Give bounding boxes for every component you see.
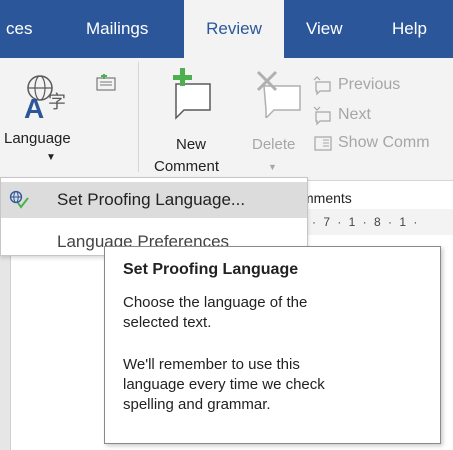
- tab-help[interactable]: Help: [392, 0, 427, 58]
- tooltip: Set Proofing Language Choose the languag…: [104, 246, 441, 444]
- tooltip-line-4: language every time we check: [123, 376, 325, 393]
- new-comment-label-1: New: [176, 136, 207, 153]
- tooltip-line-2: selected text.: [123, 314, 212, 331]
- document-edge: [10, 250, 11, 450]
- next-comment-icon: [313, 106, 331, 126]
- svg-text:A: A: [24, 93, 44, 124]
- next-comment-button[interactable]: Next: [312, 104, 453, 128]
- svg-text:字: 字: [48, 92, 66, 113]
- next-label: Next: [338, 106, 371, 123]
- previous-label: Previous: [338, 76, 401, 93]
- tooltip-line-5: spelling and grammar.: [123, 396, 271, 413]
- tooltip-line-1: Choose the language of the: [123, 294, 308, 311]
- show-comments-label: Show Comm: [338, 134, 430, 151]
- delete-comment-icon: [256, 70, 301, 118]
- tooltip-title: Set Proofing Language: [123, 261, 299, 278]
- tab-review[interactable]: Review: [184, 0, 284, 58]
- tooltip-line-3: We'll remember to use this: [123, 356, 300, 373]
- new-comment-icon: [173, 68, 211, 120]
- tab-view[interactable]: View: [306, 0, 343, 58]
- previous-comment-icon: [313, 76, 331, 96]
- proofing-language-icon: [9, 190, 29, 209]
- tab-mailings[interactable]: Mailings: [86, 0, 148, 58]
- show-comments-icon: [314, 136, 332, 151]
- language-icon: A 字: [24, 75, 66, 124]
- delete-comment-button[interactable]: Delete ▼: [246, 62, 304, 178]
- language-dropdown-menu: Set Proofing Language... Language Prefer…: [0, 177, 308, 256]
- word-count-icon[interactable]: [96, 74, 118, 92]
- set-proofing-language-label: Set Proofing Language...: [57, 190, 246, 209]
- show-comments-button[interactable]: Show Comm: [312, 132, 453, 156]
- document-margin: [0, 235, 10, 450]
- comments-group-label: mments: [302, 190, 352, 206]
- new-comment-label-2: Comment: [154, 158, 220, 175]
- delete-label: Delete: [252, 136, 296, 153]
- menu-item-set-proofing-language[interactable]: Set Proofing Language...: [1, 182, 307, 218]
- chevron-down-icon: ▼: [46, 152, 56, 163]
- language-label: Language: [4, 130, 71, 147]
- ribbon-tab-bar: ces Mailings Review View Help: [0, 0, 453, 58]
- chevron-down-icon: ▼: [268, 162, 277, 172]
- tab-references[interactable]: ces: [0, 0, 66, 58]
- new-comment-button[interactable]: New Comment: [142, 62, 242, 178]
- horizontal-ruler: 1 · 7 · 1 · 8 · 1 ·: [298, 209, 453, 235]
- previous-comment-button[interactable]: Previous: [312, 74, 453, 98]
- language-button[interactable]: A 字 Language ▼: [0, 62, 92, 178]
